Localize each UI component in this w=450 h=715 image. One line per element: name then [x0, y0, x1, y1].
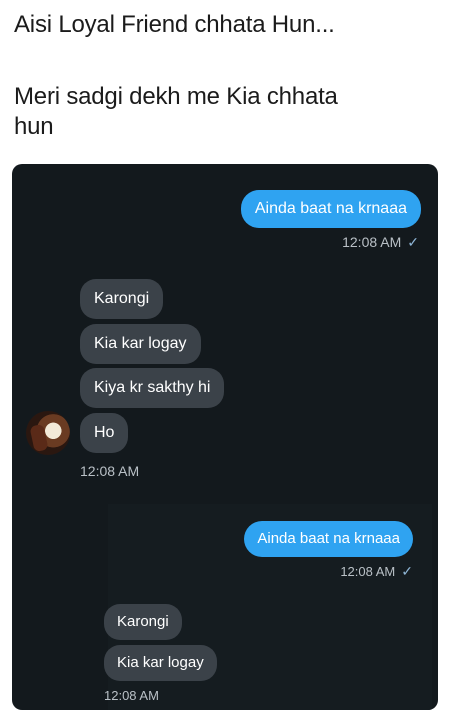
- chat-screenshot: Ainda baat na krnaaa 12:08 AM ✓ Karongi K…: [12, 164, 438, 710]
- caption-line-2: Meri sadgi dekh me Kia chhata hun: [14, 83, 338, 140]
- incoming-message[interactable]: Kiya kr sakthy hi: [80, 368, 225, 408]
- message-time: 12:08 AM: [340, 564, 396, 579]
- incoming-message[interactable]: Karongi: [104, 604, 182, 640]
- check-icon: ✓: [407, 234, 419, 250]
- outgoing-message[interactable]: Ainda baat na krnaaa: [240, 190, 421, 228]
- message-time: 12:08 AM: [342, 234, 402, 250]
- incoming-message[interactable]: Kia kar logay: [80, 324, 201, 364]
- outgoing-message-time: 12:08 AM ✓: [342, 234, 419, 251]
- incoming-message[interactable]: Ho: [80, 413, 129, 453]
- avatar[interactable]: [26, 411, 70, 455]
- outgoing-message[interactable]: Ainda baat na krnaaa: [244, 521, 413, 557]
- incoming-message-time: 12:08 AM: [80, 463, 140, 479]
- incoming-message[interactable]: Kia kar logay: [104, 645, 217, 681]
- check-icon: ✓: [401, 563, 413, 579]
- caption-line-1: Aisi Loyal Friend chhata Hun...: [14, 11, 335, 38]
- incoming-message-time: 12:08 AM: [104, 688, 159, 703]
- outgoing-message-time: 12:08 AM ✓: [340, 563, 413, 580]
- incoming-message[interactable]: Karongi: [80, 279, 164, 319]
